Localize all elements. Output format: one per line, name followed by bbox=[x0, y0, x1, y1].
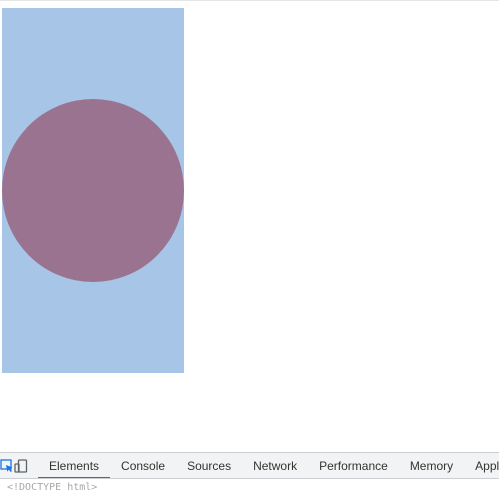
tab-memory[interactable]: Memory bbox=[399, 453, 464, 478]
devtools-panel: Elements Console Sources Network Perform… bbox=[0, 452, 499, 493]
tab-elements[interactable]: Elements bbox=[38, 453, 111, 478]
viewport-top-border bbox=[0, 0, 499, 1]
inspect-element-icon[interactable] bbox=[0, 453, 14, 478]
tab-network[interactable]: Network bbox=[242, 453, 308, 478]
page-viewport bbox=[0, 0, 499, 452]
device-toolbar-icon[interactable] bbox=[14, 453, 28, 478]
tab-performance[interactable]: Performance bbox=[308, 453, 399, 478]
tab-console[interactable]: Console bbox=[110, 453, 176, 478]
tab-sources[interactable]: Sources bbox=[176, 453, 242, 478]
tab-application[interactable]: Applicat bbox=[464, 453, 499, 478]
devtools-toolbar: Elements Console Sources Network Perform… bbox=[0, 453, 499, 479]
mauve-circle bbox=[2, 99, 184, 282]
dom-doctype-node[interactable]: <!DOCTYPE html> bbox=[7, 482, 97, 493]
